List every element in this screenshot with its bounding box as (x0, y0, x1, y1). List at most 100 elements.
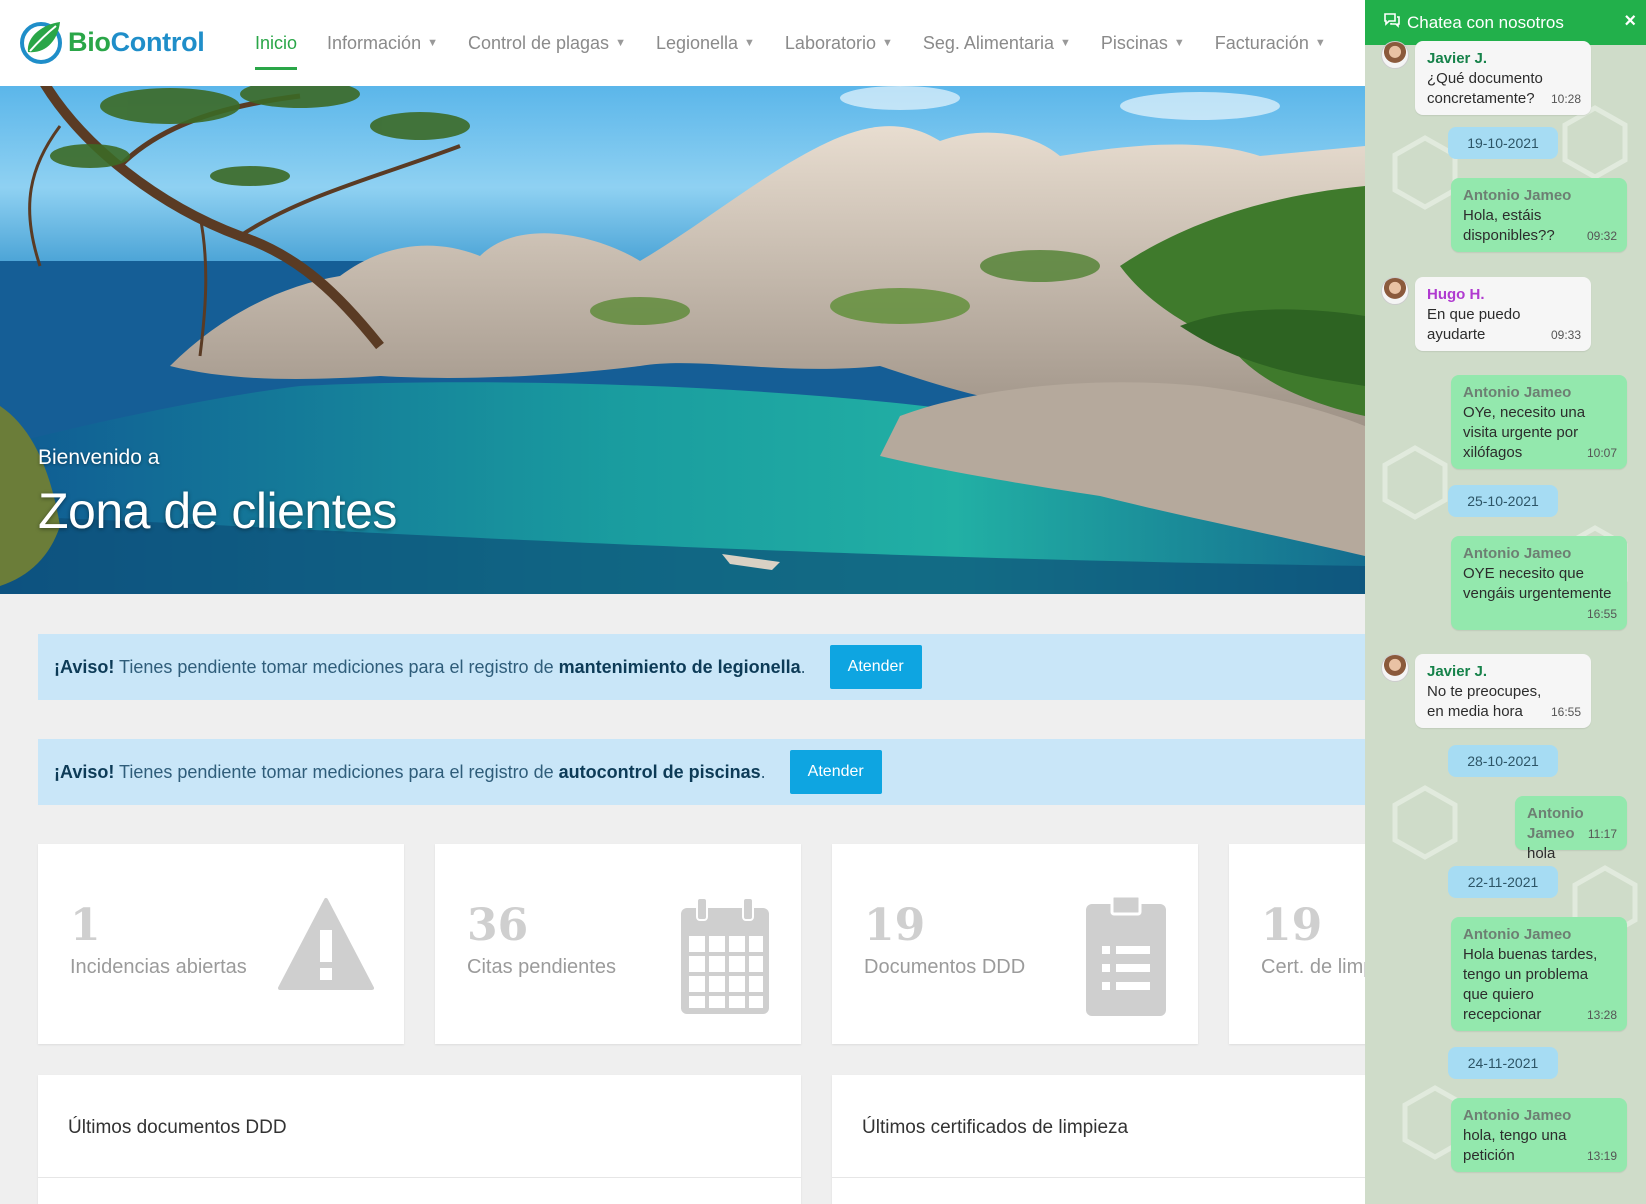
chat-message: Antonio Jameo hola, tengo una petición 1… (1451, 1098, 1627, 1172)
chat-title: Chatea con nosotros (1407, 12, 1564, 32)
panel-ultimos-certificados: Últimos certificados de limpieza (832, 1075, 1365, 1204)
chat-message: Antonio Jameo OYE necesito que vengáis u… (1451, 536, 1627, 630)
stat-card-citas[interactable]: 36 Citas pendientes (435, 844, 801, 1044)
leaf-logo-icon (20, 22, 62, 64)
message-text: OYE necesito que vengáis urgentemente (1463, 565, 1612, 602)
menu-item-piscinas[interactable]: Piscinas ▼ (1101, 0, 1185, 86)
avatar (1381, 277, 1409, 305)
message-time: 10:28 (1550, 92, 1581, 106)
hero-subtitle: Bienvenido a (38, 446, 160, 469)
stat-label: Documentos DDD (864, 956, 1026, 978)
logo-text: BioControl (68, 26, 205, 57)
date-separator: 28-10-2021 (1448, 745, 1558, 777)
panel-title: Últimos documentos DDD (68, 1117, 287, 1138)
logo[interactable]: BioControl (18, 18, 205, 66)
atender-piscinas-button[interactable]: Atender (789, 750, 882, 794)
avatar (1381, 654, 1409, 682)
chat-header[interactable]: Chatea con nosotros × (1365, 0, 1646, 45)
warning-icon (278, 898, 374, 990)
message-time: 10:07 (1586, 446, 1617, 460)
stat-value: 36 (467, 900, 529, 951)
chat-message: Javier J. ¿Qué documento concretamente? … (1415, 41, 1591, 115)
alert-text: Tienes pendiente tomar mediciones para e… (114, 761, 559, 782)
menu-item-control-plagas[interactable]: Control de plagas ▼ (468, 0, 626, 86)
chat-panel: Chatea con nosotros × Javier J. ¿Qué doc… (1365, 0, 1646, 1204)
chat-messages[interactable]: Javier J. ¿Qué documento concretamente? … (1365, 41, 1646, 1204)
divider (38, 1177, 801, 1178)
alert-suffix: . (760, 761, 766, 782)
stat-card-documentos[interactable]: 19 Documentos DDD (832, 844, 1198, 1044)
chat-message: Antonio Jameo OYe, necesito una visita u… (1451, 375, 1627, 469)
menu-item-seg-alimentaria[interactable]: Seg. Alimentaria ▼ (923, 0, 1071, 86)
chevron-down-icon: ▼ (1059, 37, 1071, 49)
message-author: Antonio Jameo (1463, 1107, 1572, 1124)
message-text: hola, tengo una petición (1463, 1127, 1567, 1164)
alert-prefix: ¡Aviso! (54, 761, 115, 782)
message-time: 16:55 (1550, 705, 1581, 719)
chevron-down-icon: ▼ (427, 37, 438, 49)
menu-item-inicio[interactable]: Inicio (255, 0, 298, 86)
chevron-down-icon: ▼ (744, 37, 755, 49)
chat-message: Antonio Jameo hola 11:17 (1515, 796, 1627, 862)
date-separator: 25-10-2021 (1448, 485, 1558, 517)
divider (832, 1177, 1365, 1178)
message-text: Hola, estáis disponibles?? (1463, 207, 1555, 244)
stat-value: 1 (70, 900, 101, 951)
close-icon[interactable]: × (1624, 10, 1636, 33)
chat-message: Javier J. No te preocupes, en media hora… (1415, 654, 1591, 728)
message-author: Javier J. (1427, 663, 1488, 680)
date-separator: 22-11-2021 (1448, 866, 1558, 898)
message-author: Antonio Jameo (1463, 384, 1572, 401)
menu-item-legionella[interactable]: Legionella ▼ (656, 0, 755, 86)
stat-value: 19 (864, 900, 926, 951)
hero-title: Zona de clientes (38, 483, 397, 539)
stat-value: 19 (1261, 900, 1323, 951)
calendar-icon (681, 897, 769, 1014)
chevron-down-icon: ▼ (615, 37, 626, 49)
message-time: 09:33 (1550, 328, 1581, 342)
message-time: 11:17 (1587, 827, 1617, 841)
alert-target: autocontrol de piscinas (558, 761, 761, 782)
alert-suffix: . (800, 656, 806, 677)
alert-legionella: ¡Aviso! Tienes pendiente tomar medicione… (38, 634, 1365, 700)
stat-label: Incidencias abiertas (70, 956, 247, 978)
main-menu: Inicio Información ▼ Control de plagas ▼ L… (255, 0, 1356, 86)
chat-bubbles-icon (1383, 12, 1401, 33)
chevron-down-icon: ▼ (1314, 37, 1326, 49)
top-navigation: BioControl Inicio Información ▼ Control d… (0, 0, 1365, 86)
date-separator: 24-11-2021 (1448, 1047, 1558, 1079)
stat-label: Cert. de limp (1261, 956, 1365, 978)
main-area: BioControl Inicio Información ▼ Control d… (0, 0, 1365, 1204)
stat-card-incidencias[interactable]: 1 Incidencias abiertas (38, 844, 404, 1044)
message-author: Antonio Jameo (1463, 187, 1572, 204)
chevron-down-icon: ▼ (882, 37, 893, 49)
message-author: Antonio Jameo (1463, 926, 1572, 943)
chat-message: Hugo H. En que puedo ayudarte 09:33 (1415, 277, 1591, 351)
menu-item-laboratorio[interactable]: Laboratorio ▼ (785, 0, 893, 86)
message-time: 13:19 (1586, 1149, 1617, 1163)
stat-label: Citas pendientes (467, 956, 616, 978)
message-text: hola (1527, 845, 1556, 862)
message-text: No te preocupes, en media hora (1427, 683, 1542, 720)
menu-item-facturacion[interactable]: Facturación ▼ (1215, 0, 1326, 86)
alert-prefix: ¡Aviso! (54, 656, 115, 677)
atender-legionella-button[interactable]: Atender (829, 645, 922, 689)
message-time: 16:55 (1586, 607, 1617, 621)
message-time: 13:28 (1586, 1008, 1617, 1022)
clipboard-icon (1086, 896, 1166, 1016)
chat-message: Antonio Jameo Hola, estáis disponibles??… (1451, 178, 1627, 252)
date-separator: 19-10-2021 (1448, 127, 1558, 159)
chevron-down-icon: ▼ (1173, 37, 1185, 49)
message-author: Hugo H. (1427, 286, 1485, 303)
stat-card-certificados[interactable]: 19 Cert. de limp (1229, 844, 1365, 1044)
message-author: Javier J. (1427, 50, 1488, 67)
message-time: 09:32 (1586, 229, 1617, 243)
message-author: Antonio Jameo (1463, 545, 1572, 562)
avatar (1381, 41, 1409, 69)
alert-piscinas: ¡Aviso! Tienes pendiente tomar medicione… (38, 739, 1365, 805)
chat-message: Antonio Jameo Hola buenas tardes, tengo … (1451, 917, 1627, 1031)
message-text: ¿Qué documento concretamente? (1427, 70, 1543, 107)
panel-title: Últimos certificados de limpieza (862, 1117, 1129, 1138)
menu-item-informacion[interactable]: Información ▼ (327, 0, 438, 86)
alert-target: mantenimiento de legionella (558, 656, 801, 677)
